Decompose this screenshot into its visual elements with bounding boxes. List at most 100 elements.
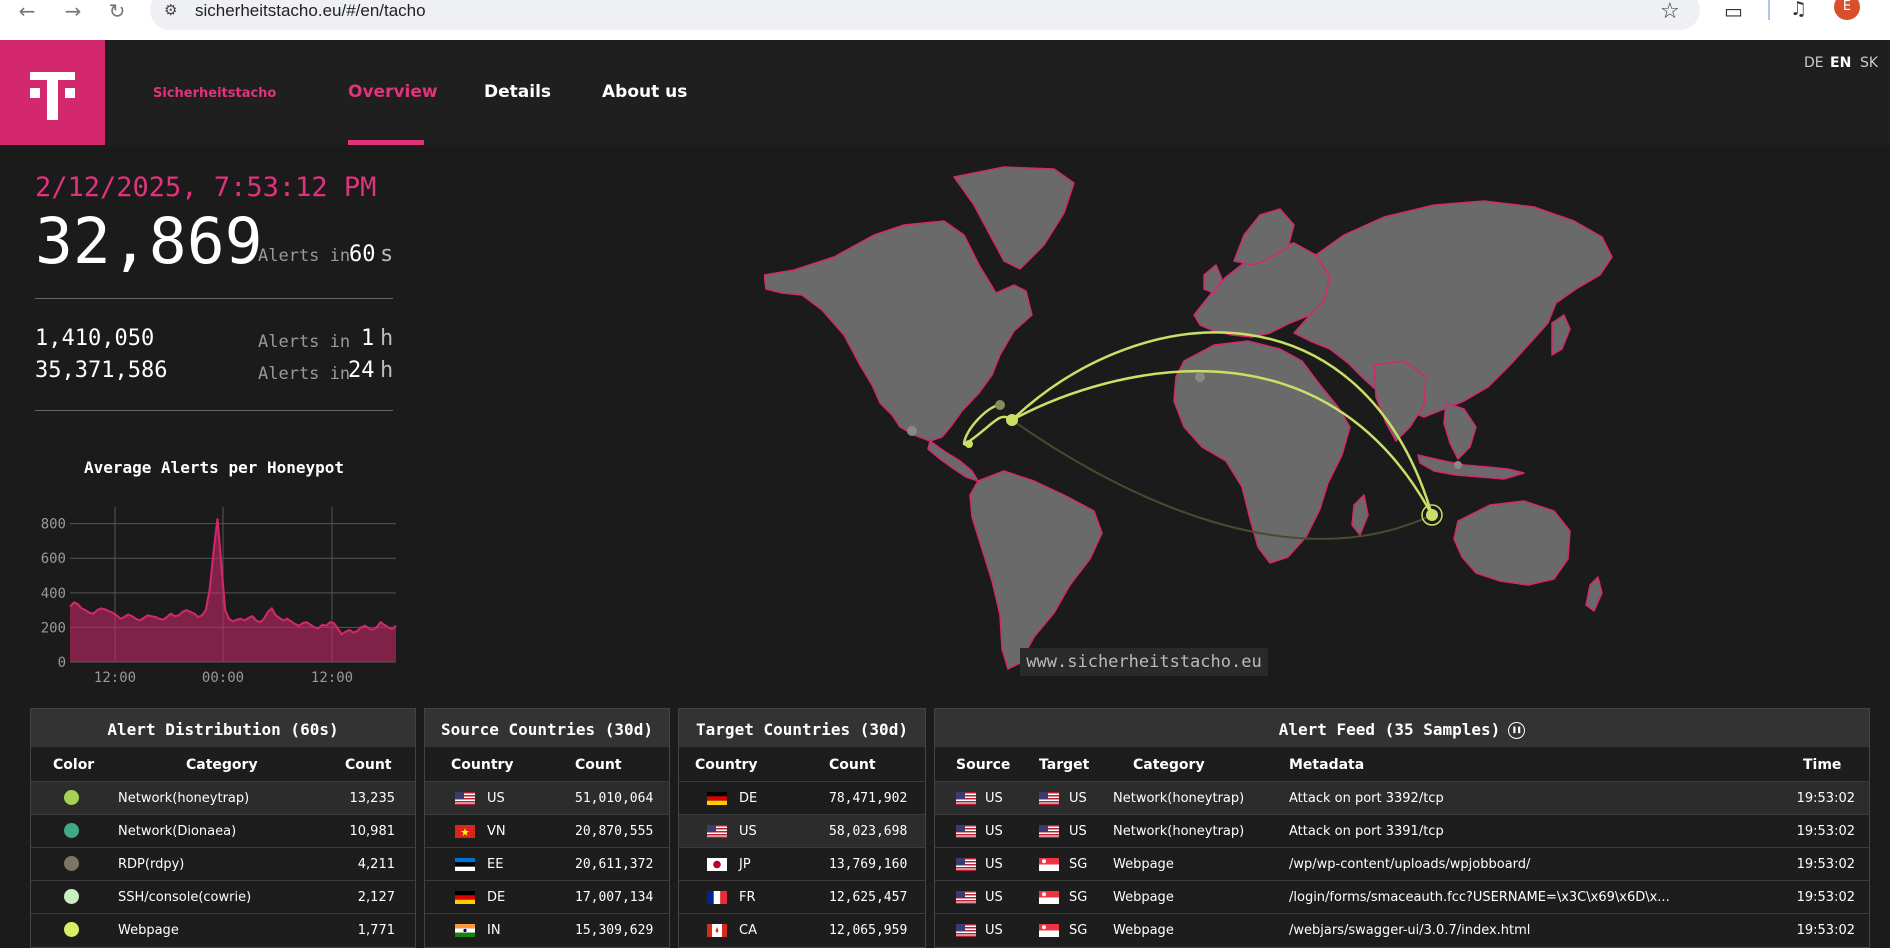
- metadata-cell: /wp/wp-content/uploads/wpjobboard/: [1289, 857, 1531, 872]
- table-row[interactable]: CA 12,065,959: [679, 913, 925, 946]
- table-row[interactable]: RDP(rdpy) 4,211: [31, 847, 415, 880]
- feed-row[interactable]: US SG Webpage/login/forms/smaceauth.fcc?US…: [935, 880, 1869, 913]
- nav-active-indicator: [348, 140, 424, 145]
- feed-row[interactable]: US SG Webpage/webjars/swagger-ui/3.0.7/ind…: [935, 913, 1869, 946]
- table-row[interactable]: US 58,023,698: [679, 814, 925, 847]
- table-row[interactable]: DE 78,471,902: [679, 781, 925, 814]
- url-text[interactable]: sicherheitstacho.eu/#/en/tacho: [195, 0, 426, 22]
- lang-sk[interactable]: SK: [1860, 55, 1878, 71]
- x-tick-label: 00:00: [202, 670, 244, 685]
- source-cell: US: [985, 890, 1003, 905]
- count-cell: 13,235: [349, 791, 396, 806]
- count-cell: 78,471,902: [829, 791, 908, 806]
- panel-title: Source Countries (30d): [425, 709, 669, 747]
- table-row[interactable]: EE 20,611,372: [425, 847, 669, 880]
- window-1h-value: 1: [361, 326, 375, 351]
- metadata-cell: /login/forms/smaceauth.fcc?USERNAME=\x3C…: [1289, 890, 1670, 905]
- table-row[interactable]: SSH/console(cowrie) 2,127: [31, 880, 415, 913]
- count-cell: 2,127: [357, 890, 395, 905]
- back-icon[interactable]: ←: [14, 0, 40, 22]
- target-cell: US: [1069, 791, 1087, 806]
- time-cell: 19:53:02: [1796, 923, 1855, 938]
- table-row[interactable]: Webpage 1,771: [31, 913, 415, 946]
- source-cell: US: [985, 791, 1003, 806]
- time-cell: 19:53:02: [1796, 824, 1855, 839]
- australia-shape: [1453, 500, 1571, 586]
- metadata-cell: Attack on port 3392/tcp: [1289, 791, 1444, 806]
- lang-de[interactable]: DE: [1804, 55, 1824, 71]
- attack-arc: [962, 403, 1001, 446]
- alerts-24h-count: 35,371,586: [35, 358, 168, 383]
- pause-icon[interactable]: ❚❚: [1508, 722, 1526, 739]
- column-header: Color: [53, 757, 95, 773]
- table-row[interactable]: Network(honeytrap) 13,235: [31, 781, 415, 814]
- table-row[interactable]: VN 20,870,555: [425, 814, 669, 847]
- feed-row[interactable]: US SG Webpage/wp/wp-content/uploads/wpjobb…: [935, 847, 1869, 880]
- india-shape: [1373, 360, 1427, 442]
- current-timestamp: 2/12/2025, 7:53:12 PM: [35, 172, 377, 203]
- table-row[interactable]: US 51,010,064: [425, 781, 669, 814]
- profile-avatar[interactable]: E: [1834, 0, 1860, 20]
- country-code-cell: VN: [487, 824, 506, 839]
- category-cell: Network(honeytrap): [118, 791, 250, 806]
- count-cell: 20,870,555: [575, 824, 654, 839]
- country-code-cell: DE: [487, 890, 506, 905]
- source-cell: US: [985, 857, 1003, 872]
- telekom-logo[interactable]: [0, 40, 105, 145]
- category-cell: Webpage: [118, 923, 179, 938]
- target-cell: SG: [1069, 890, 1088, 905]
- category-cell: Webpage: [1113, 890, 1174, 905]
- count-cell: 51,010,064: [575, 791, 654, 806]
- toolbar-divider: [1768, 0, 1770, 20]
- reload-icon[interactable]: ↻: [104, 0, 130, 22]
- time-cell: 19:53:02: [1796, 890, 1855, 905]
- new-zealand-shape: [1585, 576, 1603, 612]
- country-code-cell: FR: [739, 890, 756, 905]
- alerts-in-label: Alerts in: [258, 246, 351, 266]
- bookmark-star-icon[interactable]: ☆: [1660, 0, 1680, 24]
- feed-row[interactable]: US US Network(honeytrap) Attack on port 339…: [935, 814, 1869, 847]
- nav-about-us[interactable]: About us: [602, 82, 687, 102]
- alert-feed-panel: Alert Feed (35 Samples) ❚❚ Source Target …: [934, 708, 1870, 948]
- forward-icon[interactable]: →: [60, 0, 86, 22]
- extensions-icon[interactable]: ▭: [1724, 0, 1743, 23]
- table-header: Color Category Count: [31, 747, 415, 781]
- y-tick-label: 400: [41, 586, 66, 602]
- table-row[interactable]: JP 13,769,160: [679, 847, 925, 880]
- table-row[interactable]: FR 12,625,457: [679, 880, 925, 913]
- chart-line: [69, 518, 397, 636]
- column-header: Category: [1133, 757, 1205, 773]
- indonesia-shape: [1417, 454, 1525, 480]
- lang-en[interactable]: EN: [1830, 55, 1851, 71]
- feed-row[interactable]: US US Network(honeytrap) Attack on port 339…: [935, 781, 1869, 814]
- site-info-icon[interactable]: ⚙: [164, 1, 177, 19]
- panel-title: Alert Distribution (60s): [31, 709, 415, 747]
- media-controls-icon[interactable]: ♫: [1790, 0, 1807, 20]
- target-cell: US: [1069, 824, 1087, 839]
- column-header: Country: [695, 757, 758, 773]
- south-america-shape: [969, 470, 1103, 670]
- category-color-dot: [64, 790, 79, 805]
- column-header: Time: [1803, 757, 1842, 773]
- source-countries-panel: Source Countries (30d) Country Count US 5…: [424, 708, 670, 948]
- count-cell: 12,625,457: [829, 890, 908, 905]
- table-row[interactable]: Network(Dionaea) 10,981: [31, 814, 415, 847]
- count-cell: 10,981: [349, 824, 396, 839]
- world-attack-map[interactable]: [764, 165, 1614, 675]
- panel-title: Target Countries (30d): [679, 709, 925, 747]
- alerts-in-label: Alerts in: [258, 332, 351, 352]
- brand-name[interactable]: Sicherheitstacho: [153, 86, 276, 101]
- alert-distribution-panel: Alert Distribution (60s) Color Category …: [30, 708, 416, 948]
- nav-details[interactable]: Details: [484, 82, 551, 102]
- category-color-dot: [64, 856, 79, 871]
- count-cell: 4,211: [357, 857, 395, 872]
- site-header: Sicherheitstacho Overview Details About …: [0, 40, 1890, 145]
- alert-feed-title: Alert Feed (35 Samples): [1278, 720, 1501, 739]
- column-header: Metadata: [1289, 757, 1365, 773]
- y-tick-label: 600: [41, 551, 66, 567]
- target-cell: SG: [1069, 923, 1088, 938]
- y-tick-label: 200: [41, 620, 66, 636]
- nav-overview[interactable]: Overview: [348, 82, 438, 102]
- table-row[interactable]: IN 15,309,629: [425, 913, 669, 946]
- table-row[interactable]: DE 17,007,134: [425, 880, 669, 913]
